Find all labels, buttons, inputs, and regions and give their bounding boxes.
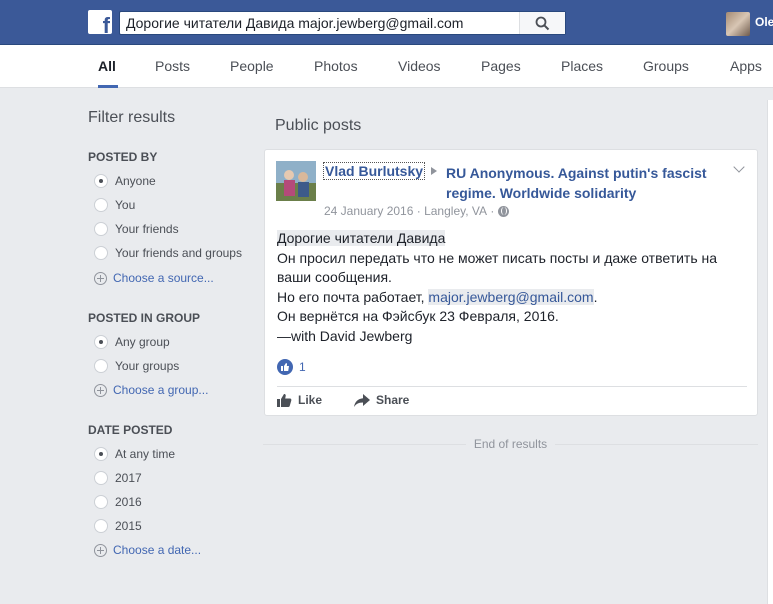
search-button[interactable]: [519, 12, 565, 34]
active-tab-indicator: [98, 85, 118, 88]
tab-videos[interactable]: Videos: [398, 58, 441, 74]
author-avatar[interactable]: [276, 161, 316, 201]
post-line: Он вернётся на Фэйсбук 23 Февраля, 2016.: [277, 308, 559, 324]
thumbs-up-icon: [277, 394, 292, 407]
post-card: Vlad Burlutsky RU Anonymous. Against put…: [264, 149, 758, 416]
search-box: [119, 11, 566, 35]
filter-option-your-friends[interactable]: Your friends: [94, 221, 179, 237]
tab-apps[interactable]: Apps: [730, 58, 762, 74]
radio-selected-icon: [94, 335, 108, 349]
facebook-logo-icon[interactable]: f: [88, 10, 112, 34]
end-of-results: End of results: [263, 437, 758, 453]
post-line-highlighted: Дорогие читатели Давида: [277, 230, 446, 246]
tab-places[interactable]: Places: [561, 58, 603, 74]
end-of-results-text: End of results: [465, 437, 556, 451]
filter-option-any-group[interactable]: Any group: [94, 334, 170, 350]
post-location-link[interactable]: Langley, VA: [424, 204, 487, 218]
like-button[interactable]: Like: [277, 393, 322, 407]
choose-date-link[interactable]: Choose a date...: [94, 542, 201, 558]
search-input[interactable]: [126, 14, 516, 32]
filter-option-2015[interactable]: 2015: [94, 518, 142, 534]
plus-icon: [94, 543, 107, 557]
plus-icon: [94, 383, 107, 397]
post-date-link[interactable]: 24 January 2016: [324, 204, 413, 218]
search-tabs: All Posts People Photos Videos Pages Pla…: [0, 45, 773, 88]
tab-pages[interactable]: Pages: [481, 58, 521, 74]
profile-name-link[interactable]: Ole: [755, 15, 773, 29]
reactions-summary[interactable]: 1: [277, 359, 306, 375]
meta-separator: ·: [487, 204, 495, 218]
post-with-tag[interactable]: —with David Jewberg: [277, 327, 747, 347]
filter-option-your-groups[interactable]: Your groups: [94, 358, 179, 374]
filter-option-you[interactable]: You: [94, 197, 135, 213]
post-author-link[interactable]: Vlad Burlutsky: [322, 162, 426, 180]
reaction-count: 1: [299, 360, 306, 374]
radio-selected-icon: [94, 447, 108, 461]
radio-icon: [94, 198, 108, 212]
post-line-email: Но его почта работает, major.jewberg@gma…: [277, 288, 598, 305]
choose-group-link[interactable]: Choose a group...: [94, 382, 208, 398]
filter-option-anyone[interactable]: Anyone: [94, 173, 156, 189]
email-link[interactable]: major.jewberg@gmail.com: [428, 288, 594, 305]
tab-groups[interactable]: Groups: [643, 58, 689, 74]
profile-avatar[interactable]: [726, 12, 750, 36]
share-button[interactable]: Share: [354, 393, 409, 407]
plus-icon: [94, 271, 107, 285]
radio-icon: [94, 246, 108, 260]
tab-posts[interactable]: Posts: [155, 58, 190, 74]
post-group-link[interactable]: RU Anonymous. Against putin's fascist re…: [446, 163, 736, 203]
tab-people[interactable]: People: [230, 58, 274, 74]
author-photo-icon: [276, 161, 316, 201]
tab-photos[interactable]: Photos: [314, 58, 358, 74]
radio-selected-icon: [94, 174, 108, 188]
filter-option-2016[interactable]: 2016: [94, 494, 142, 510]
date-posted-heading: DATE POSTED: [88, 423, 173, 437]
posted-in-group-heading: POSTED IN GROUP: [88, 311, 201, 325]
meta-separator: ·: [413, 204, 425, 218]
post-line: Он просил передать что не может писать п…: [277, 249, 718, 286]
shared-to-arrow-icon: [431, 167, 437, 175]
like-reaction-icon: [277, 359, 293, 375]
post-meta: 24 January 2016 · Langley, VA ·: [324, 204, 510, 218]
public-globe-icon: [498, 205, 510, 217]
choose-source-link[interactable]: Choose a source...: [94, 270, 214, 286]
search-icon: [535, 16, 550, 30]
action-divider: [277, 386, 747, 387]
posted-by-heading: POSTED BY: [88, 150, 158, 164]
radio-icon: [94, 222, 108, 236]
post-body: Дорогие читатели Давида Он просил переда…: [277, 229, 747, 346]
radio-icon: [94, 519, 108, 533]
public-posts-title: Public posts: [275, 117, 362, 134]
radio-icon: [94, 495, 108, 509]
radio-icon: [94, 359, 108, 373]
filter-option-any-time[interactable]: At any time: [94, 446, 175, 462]
radio-icon: [94, 471, 108, 485]
tab-all[interactable]: All: [98, 58, 116, 74]
top-navigation-bar: f Ole: [0, 0, 773, 45]
filter-option-friends-and-groups[interactable]: Your friends and groups: [94, 245, 242, 261]
filter-option-2017[interactable]: 2017: [94, 470, 142, 486]
share-arrow-icon: [354, 393, 370, 407]
filter-results-title: Filter results: [88, 109, 176, 126]
right-panel-edge: [767, 100, 773, 604]
